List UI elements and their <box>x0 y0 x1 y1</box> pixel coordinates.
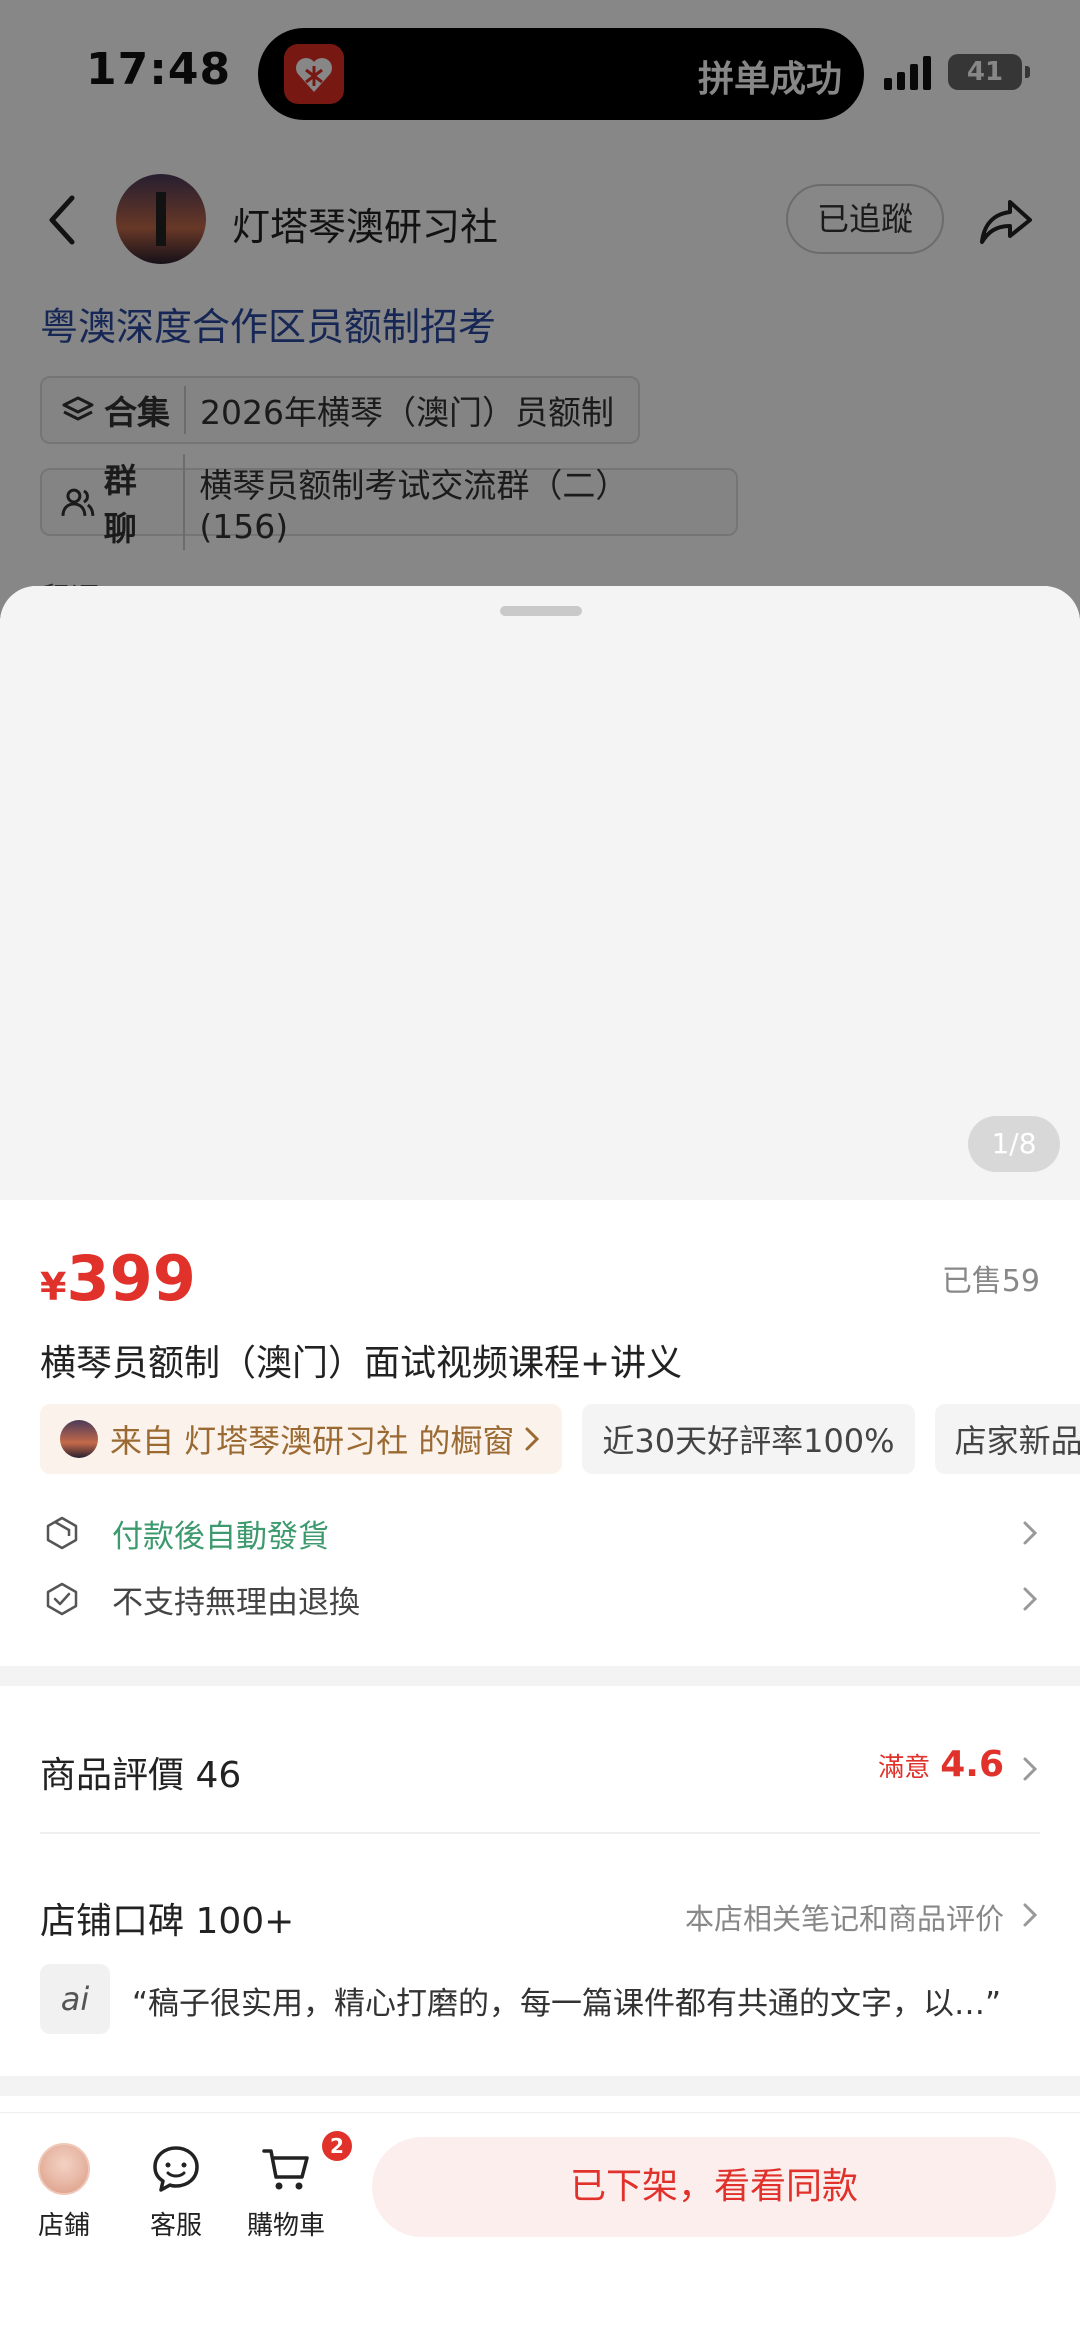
share-icon[interactable] <box>976 190 1036 250</box>
shield-check-icon <box>46 1582 78 1616</box>
rating-chip[interactable]: 近30天好評率100% <box>582 1404 915 1474</box>
shop-button[interactable]: 店鋪 <box>14 2143 114 2242</box>
chevron-right-icon <box>1023 1521 1038 1545</box>
gallery-counter: 1/8 <box>968 1116 1060 1172</box>
product-reviews-row[interactable]: 商品評價 46 滿意 4.6 <box>40 1740 1040 1800</box>
price-value: 399 <box>66 1242 196 1315</box>
island-status-text: 拼单成功 <box>697 59 842 100</box>
battery-icon: 41 <box>948 54 1030 90</box>
ai-review-summary[interactable]: ai “稿子很实用，精心打磨的，每一篇课件都有共通的文字，以…” <box>40 1964 1040 2034</box>
satisfaction-label: 滿意 <box>878 1753 931 1783</box>
return-policy-info[interactable]: 不支持無理由退換 <box>44 1574 1040 1624</box>
reviews-title: 商品評價 46 <box>40 1755 242 1796</box>
bottom-action-bar: 店鋪 客服 2 購物車 已下架，看看同款 <box>0 2112 1080 2341</box>
group-value: 横琴员额制考试交流群（二）(156) <box>199 465 629 546</box>
section-divider <box>0 2076 1080 2096</box>
status-bar: 17:48 拼单成功 41 <box>0 0 1080 140</box>
cart-count-badge: 2 <box>322 2131 352 2161</box>
group-users-icon <box>61 488 95 517</box>
reviews-score: 滿意 4.6 <box>878 1744 1004 1785</box>
delivery-text: 付款後自動發貨 <box>112 1518 329 1555</box>
chevron-right-icon <box>1023 1587 1038 1611</box>
shop-label: 店鋪 <box>37 2211 90 2241</box>
ai-badge: ai <box>40 1964 110 2034</box>
chevron-right-icon <box>1023 1903 1038 1927</box>
return-policy-text: 不支持無理由退換 <box>112 1584 360 1621</box>
new-product-chip[interactable]: 店家新品發布 <box>934 1404 1080 1474</box>
reputation-title: 店铺口碑 100+ <box>40 1901 295 1942</box>
price: ¥399 <box>40 1242 196 1315</box>
delivery-info[interactable]: 付款後自動發貨 <box>44 1508 1040 1558</box>
shop-avatar-icon <box>38 2143 90 2195</box>
cart-button[interactable]: 2 購物車 <box>236 2131 352 2242</box>
collection-value: 2026年横琴（澳门）员额制 <box>200 393 614 432</box>
source-showcase-chip[interactable]: 来自 灯塔琴澳研习社 的橱窗 <box>40 1404 563 1474</box>
cart-label: 購物車 <box>246 2211 325 2241</box>
dynamic-island[interactable]: 拼单成功 <box>258 28 864 120</box>
follow-button[interactable]: 已追蹤 <box>786 184 944 254</box>
group-chat-tag[interactable]: 群聊 横琴员额制考试交流群（二）(156) <box>40 454 738 550</box>
customer-service-button[interactable]: 客服 <box>126 2143 226 2242</box>
status-time: 17:48 <box>86 44 232 95</box>
background-page: 17:48 拼单成功 41 灯塔琴澳研习社 已追蹤 粤澳深度合作区员额制招考 合… <box>0 0 1080 620</box>
shop-reputation-row[interactable]: 店铺口碑 100+ 本店相关笔记和商品评价 <box>40 1886 1040 1946</box>
chevron-right-icon <box>525 1427 540 1451</box>
pinduoduo-app-icon <box>284 44 344 104</box>
chip-row: 来自 灯塔琴澳研习社 的橱窗 近30天好評率100% 店家新品發布 <box>40 1404 1080 1474</box>
header-nav: 灯塔琴澳研习社 已追蹤 <box>0 170 1080 270</box>
shopping-cart-icon <box>262 2149 309 2190</box>
chevron-right-icon <box>1023 1757 1038 1781</box>
service-label: 客服 <box>149 2211 202 2241</box>
currency-symbol: ¥ <box>40 1265 67 1309</box>
product-sheet: 1/8 ¥399 已售59 横琴员额制（澳门）面试视频课程+讲义 来自 灯塔琴澳… <box>0 586 1080 2341</box>
battery-level: 41 <box>966 57 1004 87</box>
product-title: 横琴员额制（澳门）面试视频课程+讲义 <box>40 1343 683 1384</box>
shop-avatar[interactable] <box>116 174 206 264</box>
chat-bubble-icon <box>153 2146 199 2192</box>
ai-summary-text: “稿子很实用，精心打磨的，每一篇课件都有共通的文字，以…” <box>132 1986 1002 2022</box>
product-gallery[interactable]: 1/8 <box>0 586 1080 1200</box>
signal-icon <box>884 56 931 90</box>
row-divider <box>40 1832 1040 1834</box>
sheet-drag-handle[interactable] <box>500 606 582 616</box>
sold-count: 已售59 <box>941 1264 1040 1299</box>
section-divider <box>0 1666 1080 1686</box>
reputation-subtitle: 本店相关笔记和商品评价 <box>684 1902 1004 1936</box>
post-title[interactable]: 粤澳深度合作区员额制招考 <box>40 296 496 351</box>
score-value: 4.6 <box>940 1744 1004 1785</box>
collection-tag[interactable]: 合集 2026年横琴（澳门）员额制 <box>40 376 640 444</box>
layers-icon <box>62 396 94 421</box>
shop-mini-avatar <box>60 1420 98 1458</box>
shop-name[interactable]: 灯塔琴澳研习社 <box>232 196 498 251</box>
source-chip-label: 来自 灯塔琴澳研习社 的橱窗 <box>110 1422 515 1460</box>
off-shelf-similar-button[interactable]: 已下架，看看同款 <box>372 2137 1056 2237</box>
group-label: 群聊 <box>104 454 186 550</box>
collection-label: 合集 <box>104 386 186 434</box>
package-icon <box>46 1516 78 1550</box>
back-arrow-icon[interactable] <box>40 192 88 248</box>
cart-icon-wrap: 2 <box>260 2131 352 2195</box>
